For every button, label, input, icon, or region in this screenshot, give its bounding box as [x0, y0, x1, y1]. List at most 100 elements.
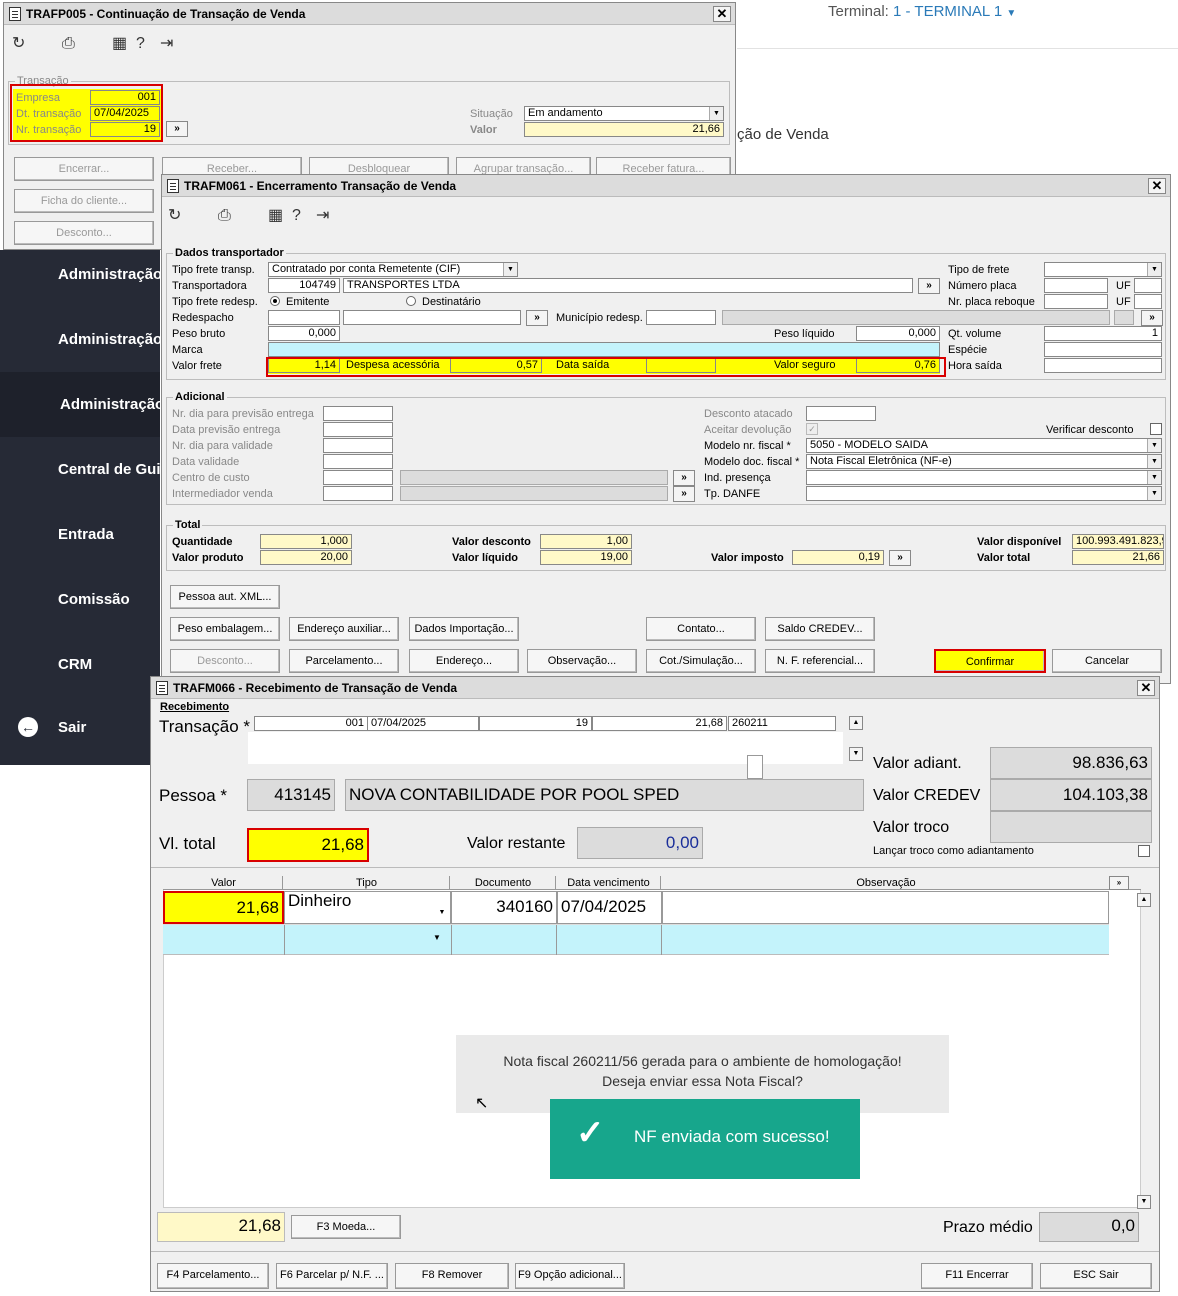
dados-importacao-button[interactable]: Dados Importação...	[409, 617, 519, 641]
f11-encerrar-button[interactable]: F11 Encerrar	[921, 1263, 1033, 1289]
uf-reboque-field[interactable]	[1134, 294, 1162, 309]
f8-remover-button[interactable]: F8 Remover	[395, 1263, 509, 1289]
verificar-desconto-checkbox[interactable]	[1150, 423, 1162, 435]
redespacho-code-field[interactable]	[268, 310, 340, 325]
row-observacao-cell[interactable]	[662, 891, 1109, 924]
especie-field[interactable]	[1044, 342, 1162, 357]
intermediador-lookup-button[interactable]: »	[673, 486, 695, 502]
help-icon[interactable]: ?	[292, 207, 301, 225]
pessoa-name-field[interactable]: NOVA CONTABILIDADE POR POOL SPED	[345, 779, 864, 811]
data-previsao-field[interactable]	[323, 422, 393, 437]
observacao-button[interactable]: Observação...	[527, 649, 637, 673]
nr-dia-previsao-field[interactable]	[323, 406, 393, 421]
uf-field[interactable]	[1134, 278, 1162, 293]
window-title-bar[interactable]: TRAFM066 - Recebimento de Transação de V…	[151, 677, 1159, 699]
calendar-icon[interactable]: ▦	[268, 207, 283, 225]
qt-volume-field[interactable]: 1	[1044, 326, 1162, 341]
column-valor[interactable]: Valor	[165, 876, 283, 890]
close-button[interactable]: ✕	[1137, 680, 1155, 696]
valor-disponivel-field[interactable]: 100.993.491.823,9	[1072, 534, 1164, 549]
saldo-credev-button[interactable]: Saldo CREDEV...	[765, 617, 875, 641]
valor-total-field[interactable]: 21,66	[1072, 550, 1164, 565]
ficha-cliente-button[interactable]: Ficha do cliente...	[14, 189, 154, 213]
column-documento[interactable]: Documento	[451, 876, 556, 890]
prazo-medio-field[interactable]: 0,0	[1039, 1212, 1139, 1242]
transacao-data-field[interactable]: 07/04/2025	[367, 716, 479, 731]
sidebar-item-administracao-1[interactable]: Administração	[0, 242, 160, 307]
aceitar-devolucao-checkbox[interactable]: ✓	[806, 423, 818, 435]
imposto-detail-button[interactable]: »	[889, 550, 911, 566]
peso-liquido-field[interactable]: 0,000	[856, 326, 940, 341]
transacao-valor-field[interactable]: 21,68	[592, 716, 727, 731]
hora-saida-field[interactable]	[1044, 358, 1162, 373]
row-vencimento-cell[interactable]: 07/04/2025	[557, 891, 662, 924]
refresh-icon[interactable]: ↻	[12, 35, 25, 53]
cot-simulacao-button[interactable]: Cot./Simulação...	[646, 649, 756, 673]
valor-troco-field[interactable]	[990, 811, 1152, 843]
terminal-value[interactable]: 1 - TERMINAL 1	[893, 3, 1002, 20]
marca-field[interactable]	[268, 342, 940, 357]
transacao-nr-field[interactable]: 19	[479, 716, 592, 731]
calendar-icon[interactable]: ▦	[112, 35, 127, 53]
encerrar-button[interactable]: Encerrar...	[14, 157, 154, 181]
confirmar-button[interactable]: Confirmar	[934, 649, 1046, 673]
valor-field[interactable]: 21,66	[524, 122, 724, 137]
f6-parcelar-button[interactable]: F6 Parcelar p/ N.F. ...	[276, 1263, 388, 1289]
row-documento-cell[interactable]: 340160	[451, 891, 557, 924]
footer-total-field[interactable]: 21,68	[157, 1212, 285, 1242]
tp-danfe-select[interactable]: ▼	[806, 486, 1162, 501]
modelo-doc-fiscal-select[interactable]: Nota Fiscal Eletrônica (NF-e) ▼	[806, 454, 1162, 469]
valor-desconto-field[interactable]: 1,00	[540, 534, 632, 549]
lancar-troco-checkbox[interactable]	[1138, 845, 1150, 857]
quantidade-field[interactable]: 1,000	[260, 534, 352, 549]
column-tipo[interactable]: Tipo	[284, 876, 450, 890]
centro-custo-lookup-button[interactable]: »	[673, 470, 695, 486]
municipio-redesp-code-field[interactable]	[646, 310, 716, 325]
numero-placa-field[interactable]	[1044, 278, 1108, 293]
f3-moeda-button[interactable]: F3 Moeda...	[291, 1215, 401, 1239]
exit-icon[interactable]: ⇥	[316, 207, 329, 225]
valor-credev-field[interactable]: 104.103,38	[990, 779, 1152, 811]
ind-presenca-select[interactable]: ▼	[806, 470, 1162, 485]
emitente-radio[interactable]	[270, 296, 280, 306]
window-title-bar[interactable]: TRAFP005 - Continuação de Transação de V…	[4, 3, 735, 25]
desconto-atacado-field[interactable]	[806, 406, 876, 421]
nr-placa-reboque-field[interactable]	[1044, 294, 1108, 309]
intermediador-code-field[interactable]	[323, 486, 393, 501]
data-validade-field[interactable]	[323, 454, 393, 469]
valor-restante-field[interactable]: 0,00	[577, 827, 703, 859]
municipio-lookup-button[interactable]: »	[1141, 310, 1163, 326]
refresh-icon[interactable]: ↻	[168, 207, 181, 225]
pessoa-code-field[interactable]: 413145	[247, 779, 335, 811]
close-button[interactable]: ✕	[713, 6, 731, 22]
desconto-button[interactable]: Desconto...	[14, 221, 154, 245]
column-data-vencimento[interactable]: Data vencimento	[557, 876, 661, 890]
parcelamento-button[interactable]: Parcelamento...	[289, 649, 399, 673]
esc-sair-button[interactable]: ESC Sair	[1040, 1263, 1152, 1289]
f4-parcelamento-button[interactable]: F4 Parcelamento...	[157, 1263, 269, 1289]
valor-adiant-field[interactable]: 98.836,63	[990, 747, 1152, 779]
grid-options-button[interactable]: »	[1109, 876, 1129, 890]
scroll-up-icon[interactable]: ▲	[849, 716, 863, 730]
transportadora-lookup-button[interactable]: »	[918, 278, 940, 294]
valor-produto-field[interactable]: 20,00	[260, 550, 352, 565]
transportadora-code-field[interactable]: 104749	[268, 278, 340, 293]
modelo-nr-fiscal-select[interactable]: 5050 - MODELO SAIDA ▼	[806, 438, 1162, 453]
sidebar-item-comissao[interactable]: Comissão	[0, 567, 160, 632]
f9-opcao-adicional-button[interactable]: F9 Opção adicional...	[515, 1263, 625, 1289]
sidebar-item-central-guia[interactable]: Central de Guia	[0, 437, 160, 502]
redespacho-lookup-button[interactable]: »	[526, 310, 548, 326]
redespacho-name-field[interactable]	[343, 310, 521, 325]
tipo-frete-transp-select[interactable]: Contratado por conta Remetente (CIF) ▼	[268, 262, 518, 277]
transacao-nf-field[interactable]: 260211	[728, 716, 836, 731]
valor-liquido-field[interactable]: 19,00	[540, 550, 632, 565]
window-title-bar[interactable]: TRAFM061 - Encerramento Transação de Ven…	[162, 175, 1170, 197]
grid-scroll-up-icon[interactable]: ▲	[1137, 893, 1151, 907]
peso-bruto-field[interactable]: 0,000	[268, 326, 340, 341]
valor-imposto-field[interactable]: 0,19	[792, 550, 884, 565]
endereco-auxiliar-button[interactable]: Endereço auxiliar...	[289, 617, 399, 641]
lookup-button[interactable]: »	[166, 121, 188, 137]
peso-embalagem-button[interactable]: Peso embalagem...	[170, 617, 280, 641]
vl-total-field[interactable]: 21,68	[247, 828, 369, 862]
row-tipo-cell[interactable]: Dinheiro ▼	[284, 891, 451, 924]
